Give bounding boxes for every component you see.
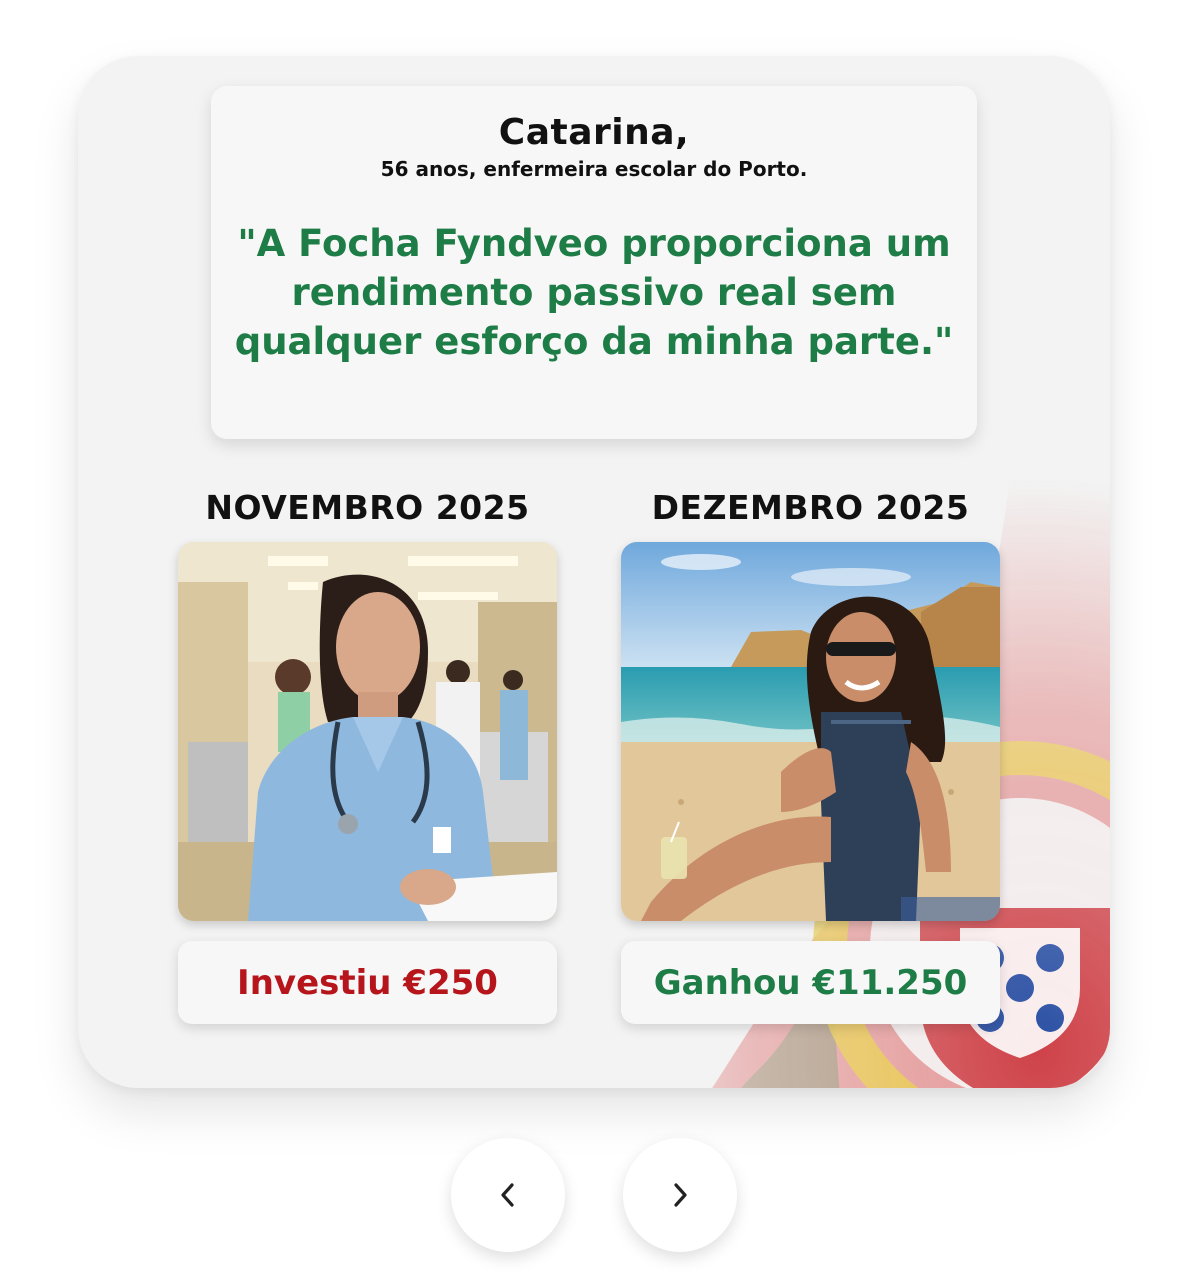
person-description: 56 anos, enfermeira escolar do Porto. [380,157,808,181]
person-name: Catarina, [498,112,690,153]
after-month-label: DEZEMBRO 2025 [651,488,970,527]
previous-slide-button[interactable] [451,1138,565,1252]
next-slide-button[interactable] [623,1138,737,1252]
testimonial-card: Catarina, 56 anos, enfermeira escolar do… [78,56,1110,1088]
investment-amount: Investiu €250 [178,941,557,1024]
earnings-amount: Ganhou €11.250 [621,941,1000,1024]
testimonial-quote: "A Focha Fyndveo proporciona um rendimen… [234,222,954,363]
testimonial-quote-box: Catarina, 56 anos, enfermeira escolar do… [211,86,977,439]
chevron-right-icon [674,1183,687,1207]
before-month-label: NOVEMBRO 2025 [205,488,530,527]
after-photo [621,542,1000,921]
before-photo [178,542,557,921]
chevron-left-icon [501,1183,514,1207]
